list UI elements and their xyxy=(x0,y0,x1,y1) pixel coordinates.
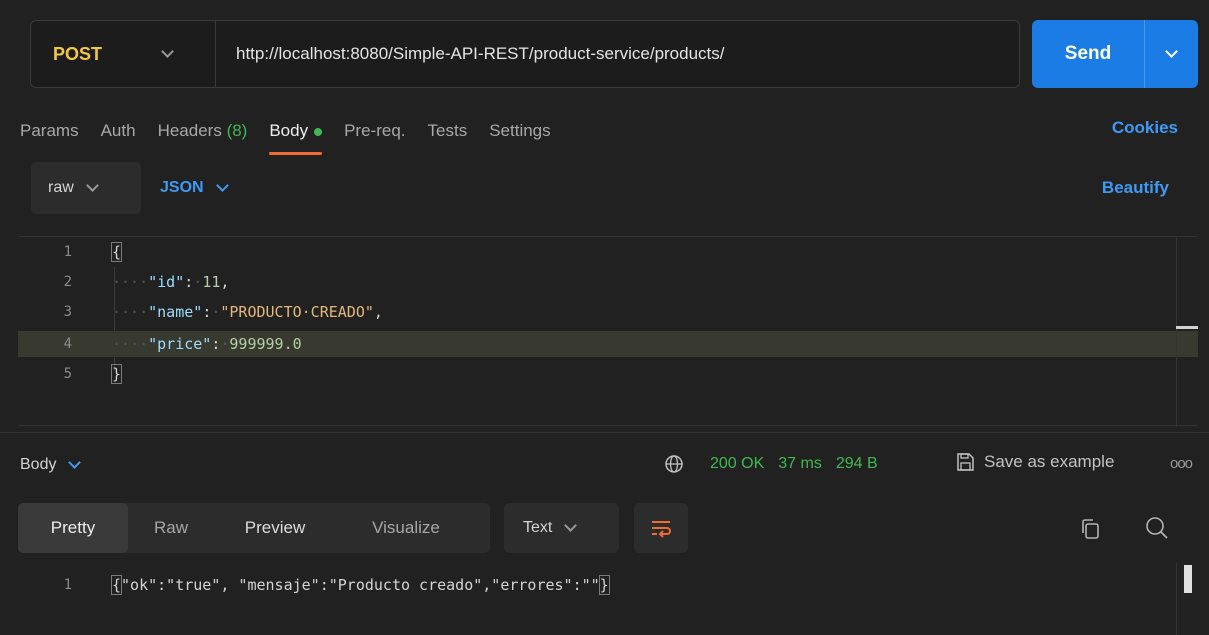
response-content: "ok":"true", "mensaje":"Producto creado"… xyxy=(121,576,600,594)
tab-body-label: Body xyxy=(269,121,309,140)
tab-pretty[interactable]: Pretty xyxy=(18,503,128,553)
tab-visualize[interactable]: Visualize xyxy=(336,503,476,553)
close-brace: } xyxy=(598,575,610,595)
tab-raw[interactable]: Raw xyxy=(128,503,214,553)
open-brace: { xyxy=(110,242,123,262)
send-options-button[interactable] xyxy=(1145,45,1198,58)
beautify-button[interactable]: Beautify xyxy=(1102,178,1169,198)
line-number: 2 xyxy=(63,274,72,290)
response-body-label: Body xyxy=(20,456,57,473)
chevron-down-icon xyxy=(1165,45,1178,58)
save-icon xyxy=(957,453,974,471)
response-format-selector[interactable]: Text xyxy=(504,503,619,553)
response-view-tabs: Pretty Raw Preview Visualize xyxy=(18,503,490,553)
body-language-selector[interactable]: JSON xyxy=(160,162,229,214)
save-as-example-label: Save as example xyxy=(984,452,1115,471)
send-label: Send xyxy=(1064,43,1112,64)
json-key: "name" xyxy=(148,303,203,321)
body-mode-label: raw xyxy=(48,179,74,196)
line-number: 5 xyxy=(63,366,72,382)
chevron-down-icon xyxy=(564,519,578,532)
globe-icon[interactable] xyxy=(664,454,684,474)
method-selector[interactable]: POST xyxy=(31,21,216,87)
json-string: "PRODUCTO·CREADO" xyxy=(220,303,374,321)
editor-line: 1 { xyxy=(18,239,1198,265)
request-url-bar: POST http://localhost:8080/Simple-API-RE… xyxy=(30,20,1020,88)
json-key: "id" xyxy=(148,273,185,291)
editor-scrollbar[interactable] xyxy=(1176,237,1198,427)
editor-line: 3 ····"name":·"PRODUCTO·CREADO", xyxy=(18,299,1198,325)
copy-icon[interactable] xyxy=(1080,518,1100,540)
status-code[interactable]: 200 OK xyxy=(710,455,764,473)
editor-line: 2 ····"id":·11, xyxy=(18,269,1198,295)
response-size[interactable]: 294 B xyxy=(836,455,878,473)
json-key: "price" xyxy=(148,335,212,353)
tab-tests[interactable]: Tests xyxy=(428,121,468,141)
close-brace: } xyxy=(110,364,123,384)
wrap-lines-icon xyxy=(652,521,671,538)
request-body-editor[interactable]: 1 { 2 ····"id":·11, 3 ····"name":·"PRODU… xyxy=(18,236,1198,427)
tab-preview[interactable]: Preview xyxy=(214,503,336,553)
line-number: 4 xyxy=(63,336,72,352)
more-options-icon[interactable]: ooo xyxy=(1170,455,1193,472)
json-number: 999999.0 xyxy=(229,335,302,353)
tab-auth[interactable]: Auth xyxy=(101,121,136,141)
tab-params[interactable]: Params xyxy=(20,121,79,141)
response-body-viewer[interactable]: 1 {"ok":"true", "mensaje":"Producto crea… xyxy=(18,565,1198,605)
response-scroll-thumb[interactable] xyxy=(1184,565,1192,593)
response-body-selector[interactable]: Body xyxy=(20,456,82,474)
line-number: 1 xyxy=(63,577,72,593)
chevron-down-icon xyxy=(215,179,229,192)
body-modified-dot xyxy=(314,127,323,136)
json-number: 11 xyxy=(202,273,221,291)
open-brace: { xyxy=(110,575,123,595)
url-input[interactable]: http://localhost:8080/Simple-API-REST/pr… xyxy=(216,44,725,64)
pane-divider[interactable] xyxy=(0,432,1209,433)
response-time[interactable]: 37 ms xyxy=(778,455,822,473)
editor-line-active: 4 ····"price":·999999.0 xyxy=(18,331,1198,357)
chevron-down-icon xyxy=(68,456,82,469)
response-status: 200 OK 37 ms 294 B xyxy=(710,455,878,473)
body-mode-selector[interactable]: raw xyxy=(31,162,141,214)
save-as-example-button[interactable]: Save as example xyxy=(955,452,1114,472)
headers-count: (8) xyxy=(226,121,248,140)
search-icon[interactable] xyxy=(1145,516,1169,540)
editor-scroll-thumb[interactable] xyxy=(1176,326,1198,329)
tab-headers-label: Headers xyxy=(157,121,222,140)
tab-body[interactable]: Body xyxy=(269,121,323,155)
method-label: POST xyxy=(53,43,103,64)
tab-prereq[interactable]: Pre-req. xyxy=(344,121,405,141)
request-tabs: Params Auth Headers (8) Body Pre-req. Te… xyxy=(20,116,573,155)
line-number: 1 xyxy=(63,244,72,260)
chevron-down-icon xyxy=(85,179,99,192)
response-format-label: Text xyxy=(523,519,553,536)
body-language-label: JSON xyxy=(160,179,204,196)
chevron-down-icon xyxy=(161,45,174,58)
send-button[interactable]: Send xyxy=(1032,20,1198,88)
tab-headers[interactable]: Headers (8) xyxy=(158,121,248,141)
line-number: 3 xyxy=(63,304,72,320)
response-scrollbar-track[interactable] xyxy=(1176,563,1177,635)
editor-line: 5 } xyxy=(18,361,1198,387)
cookies-link[interactable]: Cookies xyxy=(1112,118,1178,138)
wrap-lines-button[interactable] xyxy=(634,503,688,553)
tab-settings[interactable]: Settings xyxy=(489,121,550,141)
